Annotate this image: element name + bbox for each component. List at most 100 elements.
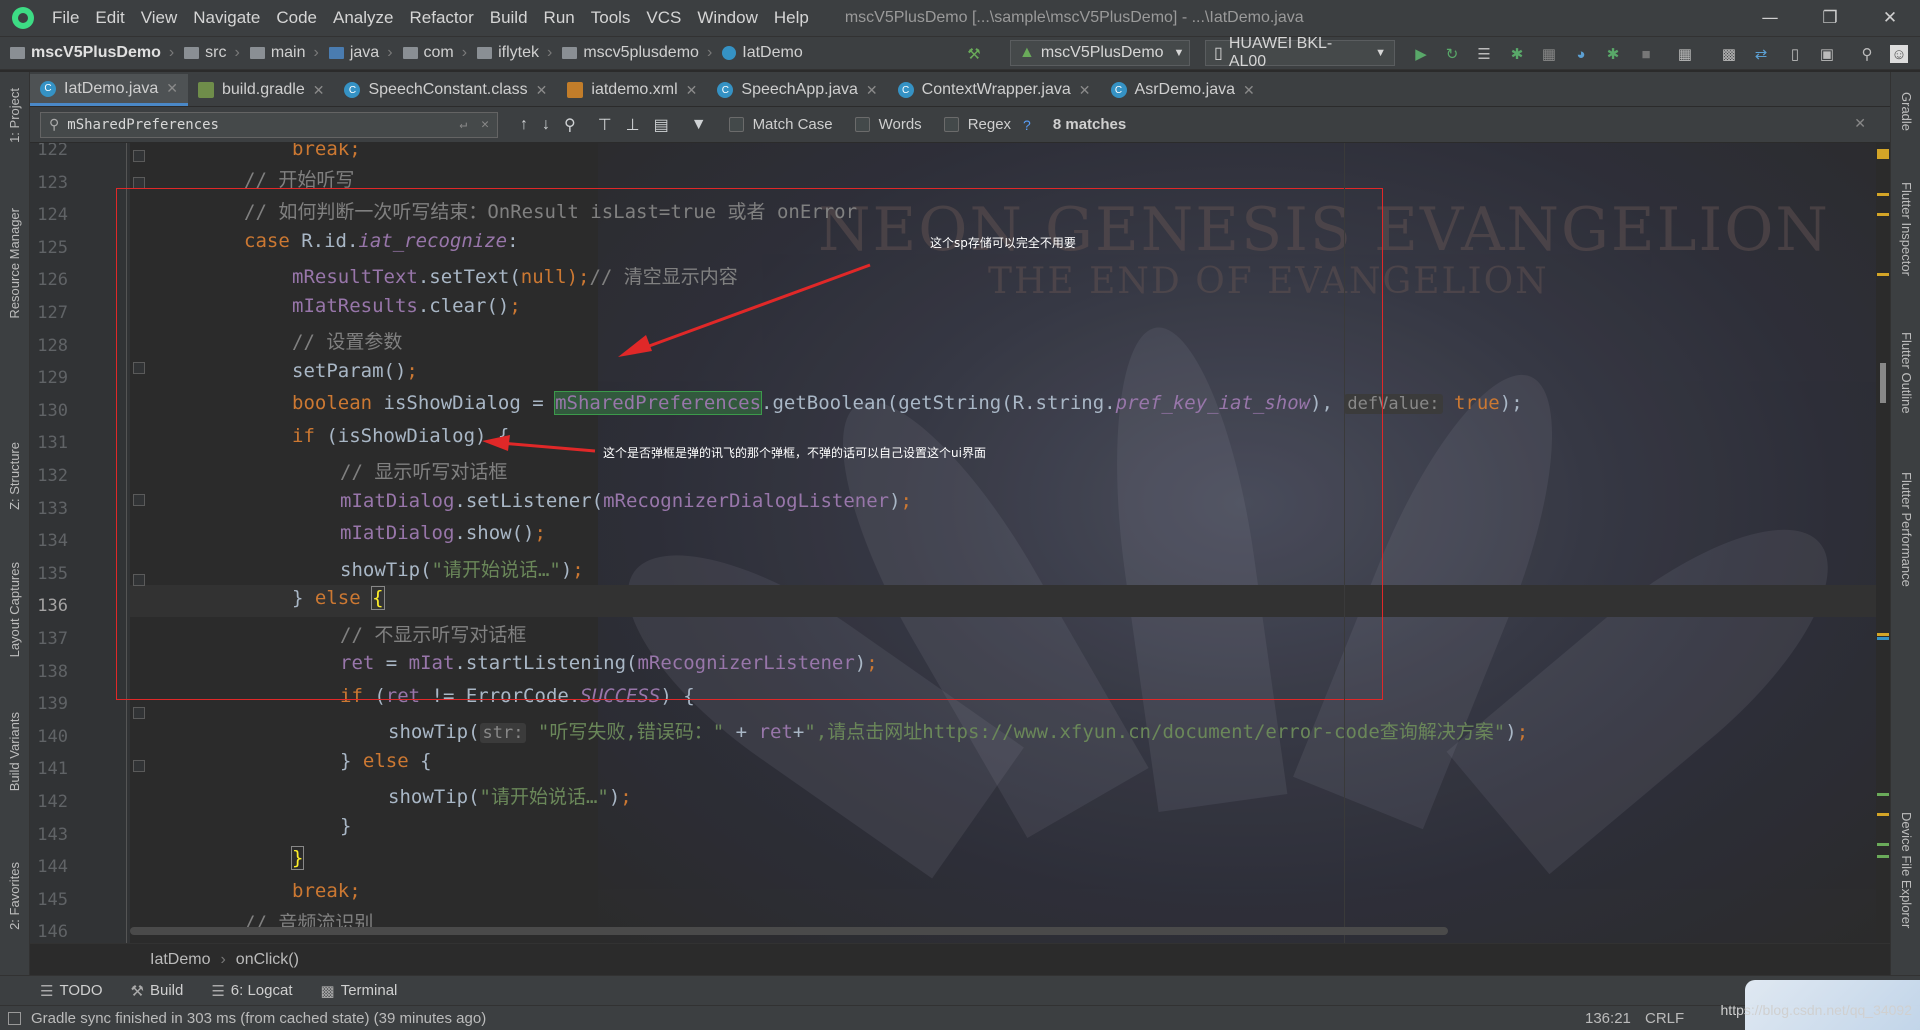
crumb-iatdemo[interactable]: IatDemo xyxy=(712,44,803,62)
crumb-project[interactable]: mscV5PlusDemo › xyxy=(0,44,174,62)
attach-debugger-icon[interactable]: ✱ xyxy=(1604,45,1622,63)
line-number[interactable]: 140 xyxy=(30,727,68,747)
caret-position[interactable]: 136:21 xyxy=(1585,1010,1631,1027)
checkbox-box[interactable] xyxy=(943,117,959,132)
avatar-icon[interactable]: ☺ xyxy=(1890,45,1908,63)
find-all-icon[interactable]: ⚲ xyxy=(564,115,576,135)
tab-contextwrapper[interactable]: C ContextWrapper.java ✕ xyxy=(888,74,1101,106)
change-marker[interactable] xyxy=(1877,855,1889,858)
line-number[interactable]: 132 xyxy=(30,466,68,486)
tool-layout-captures[interactable]: Layout Captures xyxy=(7,562,22,657)
close-icon[interactable]: ✕ xyxy=(1079,82,1091,99)
line-number[interactable]: 129 xyxy=(30,368,68,388)
change-marker[interactable] xyxy=(1877,843,1889,846)
run-config-select[interactable]: ▲ mscV5PlusDemo ▼ xyxy=(1010,40,1190,66)
line-number[interactable]: 126 xyxy=(30,270,68,290)
tool-project[interactable]: 1: Project xyxy=(7,88,22,143)
line-number[interactable]: 125 xyxy=(30,238,68,258)
sync-gradle-icon[interactable]: ⇄ xyxy=(1752,45,1770,63)
profiler-icon[interactable]: ◕ xyxy=(1572,45,1590,63)
warning-marker[interactable] xyxy=(1877,149,1889,159)
regex-checkbox[interactable]: Regex xyxy=(943,116,1011,133)
close-icon[interactable]: ✕ xyxy=(1860,0,1920,36)
line-number[interactable]: 123 xyxy=(30,173,68,193)
line-number[interactable]: 136 xyxy=(30,596,68,616)
line-number[interactable]: 130 xyxy=(30,401,68,421)
tool-flutter-outline[interactable]: Flutter Outline xyxy=(1899,332,1914,414)
close-icon[interactable]: ✕ xyxy=(166,80,178,97)
crumb-main[interactable]: main › xyxy=(240,44,319,62)
line-number[interactable]: 128 xyxy=(30,336,68,356)
close-find-icon[interactable]: ✕ xyxy=(1854,115,1866,132)
breadcrumb-class[interactable]: IatDemo xyxy=(150,951,210,969)
search-marker[interactable] xyxy=(1877,273,1889,276)
previous-occurrence-icon[interactable]: ↑ xyxy=(520,116,528,134)
menu-vcs[interactable]: VCS xyxy=(638,8,689,28)
avd-manager-icon[interactable]: ▯ xyxy=(1786,45,1804,63)
tool-resource-manager[interactable]: Resource Manager xyxy=(7,208,22,319)
line-number[interactable]: 124 xyxy=(30,205,68,225)
crumb-com[interactable]: com › xyxy=(393,44,467,62)
select-all-occurrences-icon[interactable]: ▤ xyxy=(654,115,669,135)
close-icon[interactable]: ✕ xyxy=(1243,82,1255,99)
add-selection-icon[interactable]: ⊤ xyxy=(598,115,612,135)
tab-asrdemo[interactable]: C AsrDemo.java ✕ xyxy=(1101,74,1265,106)
tool-flutter-performance[interactable]: Flutter Performance xyxy=(1899,472,1914,587)
menu-code[interactable]: Code xyxy=(268,8,325,28)
menu-navigate[interactable]: Navigate xyxy=(185,8,268,28)
unselect-occurrence-icon[interactable]: ⊥ xyxy=(626,115,640,135)
checkbox-box[interactable] xyxy=(728,117,744,132)
restore-icon[interactable]: ❐ xyxy=(1800,0,1860,36)
crumb-mscv5plusdemo[interactable]: mscv5plusdemo › xyxy=(552,44,712,62)
words-checkbox[interactable]: Words xyxy=(854,116,922,133)
sdk-manager-icon[interactable]: ▣ xyxy=(1818,45,1836,63)
run-icon[interactable]: ▶ xyxy=(1412,45,1430,63)
crumb-src[interactable]: src › xyxy=(174,44,240,62)
line-number[interactable]: 145 xyxy=(30,890,68,910)
tool-flutter-inspector[interactable]: Flutter Inspector xyxy=(1899,182,1914,276)
line-number[interactable]: 134 xyxy=(30,531,68,551)
search-marker[interactable] xyxy=(1877,813,1889,816)
project-structure-icon[interactable]: ▦ xyxy=(1676,45,1694,63)
menu-analyze[interactable]: Analyze xyxy=(325,8,401,28)
minimize-icon[interactable]: — xyxy=(1740,0,1800,36)
line-number[interactable]: 127 xyxy=(30,303,68,323)
close-icon[interactable]: ✕ xyxy=(866,82,878,99)
filter-icon[interactable]: ▼ xyxy=(691,116,707,134)
clear-icon[interactable]: ✕ xyxy=(481,117,489,132)
tab-iatdemo-xml[interactable]: iatdemo.xml ✕ xyxy=(557,74,707,106)
crumb-iflytek[interactable]: iflytek › xyxy=(467,44,552,62)
tool-windows-toggle-icon[interactable] xyxy=(8,1011,21,1025)
checkbox-box[interactable] xyxy=(854,117,870,132)
menu-tools[interactable]: Tools xyxy=(583,8,639,28)
device-select[interactable]: ▯ HUAWEI BKL-AL00 ▼ xyxy=(1205,35,1395,70)
search-icon[interactable]: ⚲ xyxy=(1858,45,1876,63)
line-number[interactable]: 138 xyxy=(30,662,68,682)
tool-structure[interactable]: Z: Structure xyxy=(7,442,22,510)
close-icon[interactable]: ✕ xyxy=(313,82,325,99)
line-number[interactable]: 122 xyxy=(30,143,68,160)
close-icon[interactable]: ✕ xyxy=(686,82,698,99)
apply-changes-icon[interactable]: ↻ xyxy=(1443,45,1461,63)
menu-file[interactable]: File xyxy=(44,8,87,28)
line-number[interactable]: 137 xyxy=(30,629,68,649)
hammer-build-icon[interactable]: ⚒ xyxy=(965,45,983,63)
search-input[interactable]: ⚲ mSharedPreferences ↵ ✕ xyxy=(40,111,498,138)
terminal-tool-button[interactable]: ▩ Terminal xyxy=(321,982,398,1000)
logcat-tool-button[interactable]: ☰ 6: Logcat xyxy=(211,982,292,1000)
editor-horizontal-scrollbar[interactable] xyxy=(130,927,1448,935)
line-separator[interactable]: CRLF xyxy=(1645,1010,1684,1027)
line-number[interactable]: 144 xyxy=(30,857,68,877)
coverage-icon[interactable]: ▦ xyxy=(1540,45,1558,63)
new-line-icon[interactable]: ↵ xyxy=(459,117,467,132)
editor-vertical-scrollbar[interactable] xyxy=(1876,143,1890,943)
line-number[interactable]: 146 xyxy=(30,922,68,942)
line-number[interactable]: 131 xyxy=(30,433,68,453)
menu-refactor[interactable]: Refactor xyxy=(401,8,481,28)
menu-window[interactable]: Window xyxy=(689,8,765,28)
breadcrumb-method[interactable]: onClick() xyxy=(236,951,299,969)
line-number[interactable]: 139 xyxy=(30,694,68,714)
line-number[interactable]: 133 xyxy=(30,499,68,519)
build-tool-button[interactable]: ⚒ Build xyxy=(131,982,184,1000)
line-number[interactable]: 141 xyxy=(30,759,68,779)
